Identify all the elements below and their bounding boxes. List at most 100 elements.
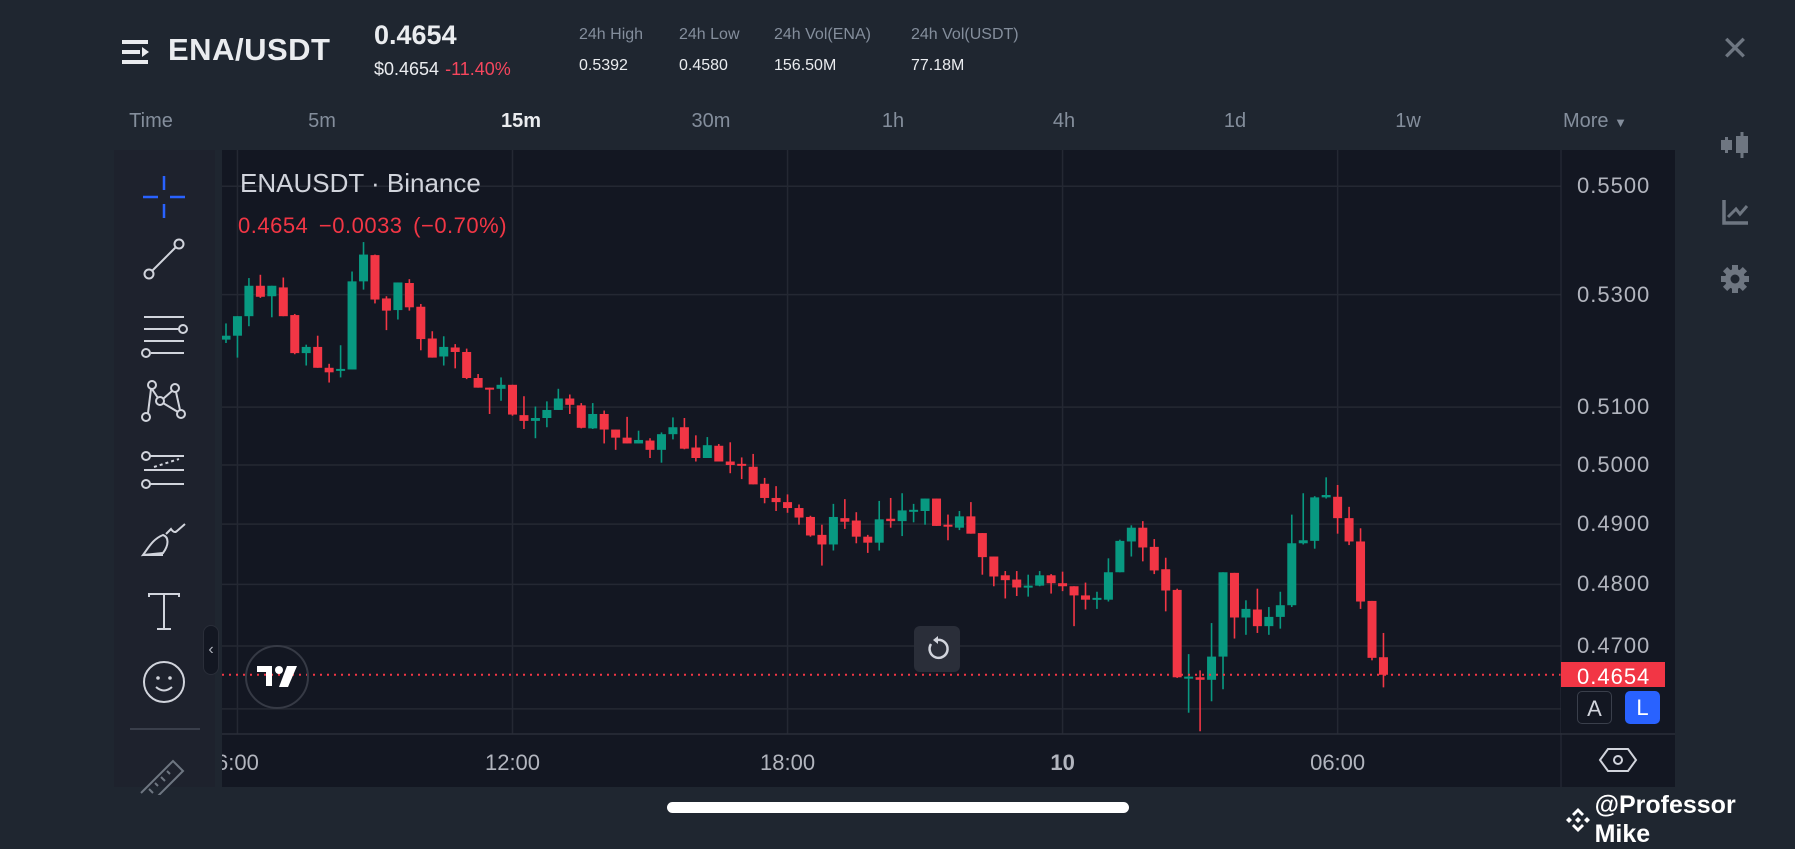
candle — [267, 285, 277, 318]
candle — [1161, 557, 1171, 612]
candle-body — [702, 445, 712, 459]
candle-body — [954, 516, 964, 528]
candle — [1241, 600, 1251, 635]
candle — [1321, 477, 1331, 499]
candle-body — [1126, 527, 1136, 542]
candle-body — [222, 335, 231, 340]
candle — [1310, 496, 1320, 549]
candle-body — [519, 415, 529, 421]
candle-body — [1092, 597, 1102, 600]
collapse-toolbar-handle[interactable]: ‹ — [203, 625, 219, 675]
candle — [473, 374, 483, 388]
candle-body — [1138, 527, 1148, 548]
candle — [748, 453, 758, 485]
candle — [794, 504, 804, 525]
candle-body — [313, 346, 323, 368]
candle — [1184, 654, 1194, 713]
candle — [255, 274, 265, 298]
auto-scale-button[interactable]: A — [1577, 691, 1612, 724]
candle-body — [1058, 583, 1068, 587]
candle-body — [1321, 495, 1331, 498]
candle-body — [599, 413, 609, 430]
candle-body — [1229, 572, 1239, 618]
candle-body — [863, 536, 873, 543]
candle — [1103, 558, 1113, 602]
candle — [783, 494, 793, 513]
tradingview-logo-icon — [257, 666, 297, 687]
candle — [611, 429, 621, 450]
candle — [599, 410, 609, 444]
candle-body — [1298, 540, 1308, 544]
binance-logo-icon — [1566, 808, 1590, 832]
candle-body — [244, 285, 254, 317]
hide-drawings-eye-icon[interactable] — [1597, 745, 1639, 775]
candle-body — [932, 498, 942, 526]
candle-body — [977, 533, 987, 558]
candle-body — [748, 466, 758, 485]
candle — [920, 498, 930, 525]
reset-chart-button[interactable] — [914, 626, 960, 672]
candle-body — [232, 316, 242, 336]
candle-body — [989, 556, 999, 577]
candle-body — [1069, 586, 1079, 596]
candle — [805, 515, 815, 537]
candle — [485, 387, 495, 414]
candle — [1207, 623, 1217, 702]
candle-body — [634, 439, 644, 444]
candle — [668, 417, 678, 440]
candle — [1058, 571, 1068, 592]
candle-body — [1356, 541, 1366, 602]
candle-body — [656, 434, 666, 450]
reset-icon — [928, 636, 949, 660]
price-tick-label: 0.5100 — [1577, 394, 1651, 420]
candle-body — [267, 285, 277, 297]
log-scale-button[interactable]: L — [1625, 691, 1660, 724]
candle-body — [1023, 585, 1033, 588]
candle-body — [359, 254, 369, 282]
candle — [553, 388, 563, 410]
candle-body — [851, 520, 861, 537]
candle-body — [725, 461, 735, 466]
candle — [897, 493, 907, 537]
candle-body — [1275, 605, 1285, 617]
candle-body — [427, 338, 437, 358]
candle — [1333, 484, 1343, 534]
candle-body — [909, 509, 919, 512]
candle-body — [874, 519, 884, 543]
candle — [725, 442, 735, 474]
candle — [679, 418, 689, 450]
candle — [851, 512, 861, 544]
candle-body — [576, 405, 586, 428]
candle-body — [553, 398, 563, 410]
price-tick-label: 0.4800 — [1577, 571, 1651, 597]
candle — [886, 497, 896, 528]
tradingview-logo[interactable] — [245, 645, 309, 709]
price-tick-label: 0.5000 — [1577, 452, 1651, 477]
candle — [954, 511, 964, 531]
candle-body — [966, 516, 976, 534]
candle — [232, 316, 242, 358]
candle — [347, 271, 357, 370]
candle-body — [278, 287, 288, 317]
candle — [1378, 632, 1388, 688]
candle — [576, 403, 586, 429]
home-indicator[interactable] — [667, 802, 1129, 813]
candle — [222, 323, 231, 343]
candle — [530, 406, 540, 439]
candle-body — [737, 463, 747, 466]
candle — [359, 242, 369, 290]
candle — [702, 437, 712, 459]
candle — [439, 336, 449, 366]
candle-body — [1115, 540, 1125, 573]
candle — [1172, 588, 1182, 678]
candle — [817, 524, 827, 566]
candle — [874, 500, 884, 551]
candle — [462, 348, 472, 380]
candle-body — [1378, 657, 1388, 675]
candle — [1069, 586, 1079, 627]
candle-body — [1195, 677, 1205, 680]
candle-body — [473, 377, 483, 388]
candle-body — [1081, 595, 1090, 600]
candle-body — [508, 384, 517, 415]
candle-body — [439, 346, 449, 357]
